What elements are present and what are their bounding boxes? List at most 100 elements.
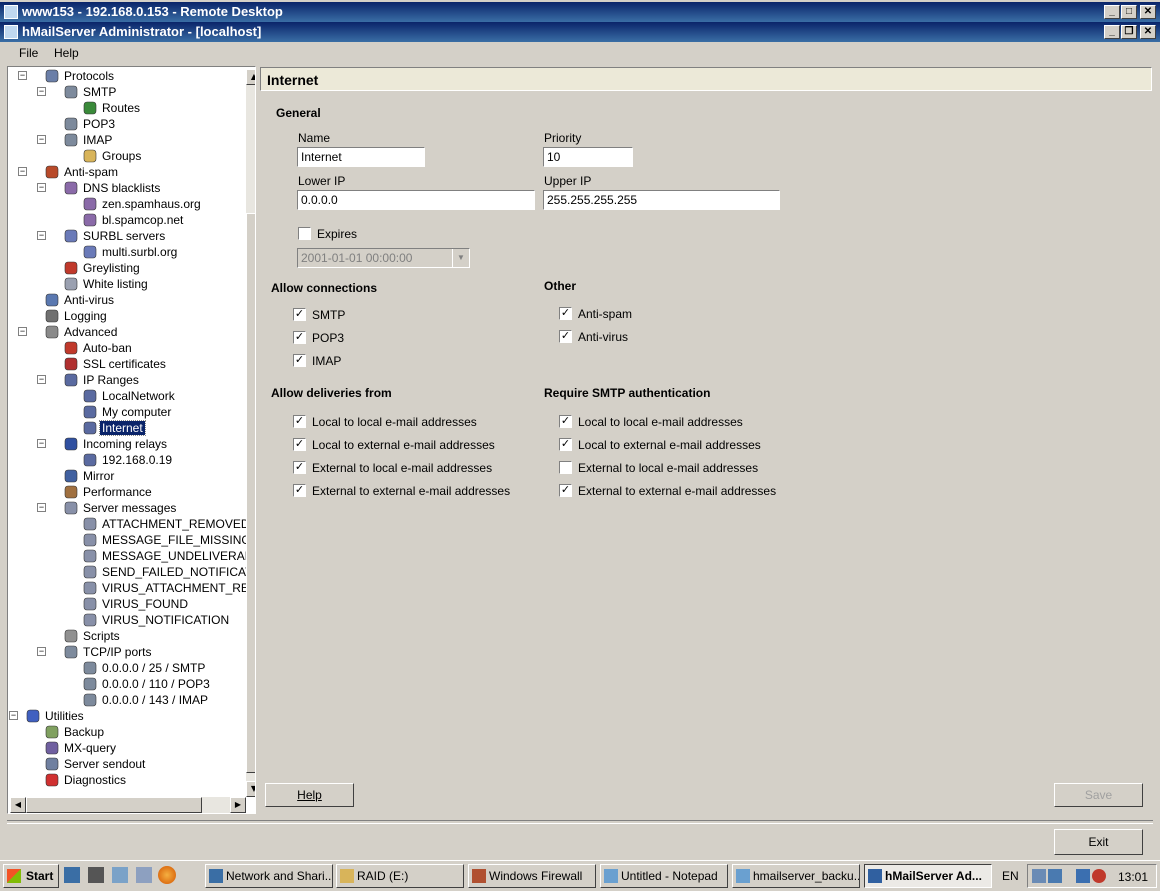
connection-checkbox[interactable]: ✓ <box>293 308 306 321</box>
tree-item[interactable]: ATTACHMENT_REMOVED <box>8 516 250 532</box>
tree-item[interactable]: Routes <box>8 100 246 116</box>
save-button[interactable]: Save <box>1054 783 1143 807</box>
tree-item[interactable]: 0.0.0.0 / 25 / SMTP <box>8 660 246 676</box>
tray-network-icon[interactable] <box>1032 869 1046 883</box>
other-checkbox[interactable]: ✓ <box>559 307 572 320</box>
tree-item[interactable]: LocalNetwork <box>8 388 246 404</box>
collapse-toggle-icon[interactable]: − <box>37 231 46 240</box>
app-restore-button[interactable]: ❐ <box>1121 25 1137 39</box>
tree-item[interactable]: − Utilities <box>8 708 246 724</box>
help-button[interactable]: Help <box>265 783 354 807</box>
collapse-toggle-icon[interactable]: − <box>37 503 46 512</box>
collapse-toggle-icon[interactable]: − <box>37 647 46 656</box>
tree-item[interactable]: − Anti-spam <box>8 164 246 180</box>
lower-ip-field[interactable]: 0.0.0.0 <box>297 190 535 210</box>
app-close-button[interactable]: ✕ <box>1140 25 1156 39</box>
collapse-toggle-icon[interactable]: − <box>37 87 46 96</box>
tree-item[interactable]: VIRUS_ATTACHMENT_REMOVED <box>8 580 255 596</box>
command-prompt-icon[interactable] <box>88 867 104 883</box>
tree-horizontal-scrollbar[interactable]: ◀ ▶ <box>10 797 246 813</box>
tree-item[interactable]: VIRUS_FOUND <box>8 596 246 612</box>
tree-item[interactable]: − TCP/IP ports <box>8 644 246 660</box>
tree-item[interactable]: MESSAGE_UNDELIVERABLE <box>8 548 255 564</box>
close-button[interactable]: ✕ <box>1140 5 1156 19</box>
rdp-title-bar[interactable]: www153 - 192.168.0.153 - Remote Desktop … <box>0 2 1160 22</box>
tree-item[interactable]: − Server messages <box>8 500 246 516</box>
tree-item[interactable]: Groups <box>8 148 246 164</box>
tree-item[interactable]: MX-query <box>8 740 246 756</box>
tree-item[interactable]: − SURBL servers <box>8 228 246 244</box>
tree-item[interactable]: VIRUS_NOTIFICATION <box>8 612 246 628</box>
app-title-bar[interactable]: hMailServer Administrator - [localhost] … <box>0 22 1160 42</box>
scroll-right-button[interactable]: ▶ <box>230 797 246 813</box>
taskbar-button[interactable]: Untitled - Notepad <box>600 864 728 888</box>
auth-checkbox[interactable] <box>559 461 572 474</box>
tree-item[interactable]: Internet <box>8 420 246 436</box>
taskbar-button[interactable]: hMailServer Ad... <box>864 864 992 888</box>
tray-volume-icon[interactable] <box>1092 869 1106 883</box>
collapse-toggle-icon[interactable]: − <box>18 71 27 80</box>
scroll-thumb[interactable] <box>246 213 255 773</box>
scroll-up-button[interactable]: ▲ <box>246 69 255 85</box>
tree-item[interactable]: − IMAP <box>8 132 246 148</box>
taskbar-button[interactable]: hmailserver_backu... <box>732 864 860 888</box>
collapse-toggle-icon[interactable]: − <box>18 327 27 336</box>
auth-checkbox[interactable]: ✓ <box>559 438 572 451</box>
minimize-button[interactable]: _ <box>1104 5 1120 19</box>
tree-item[interactable]: − Incoming relays <box>8 436 246 452</box>
menu-file[interactable]: File <box>19 46 38 60</box>
expires-date-picker[interactable]: 2001-01-01 00:00:00 ▼ <box>297 248 470 268</box>
hscroll-thumb[interactable] <box>26 797 202 813</box>
tree-item[interactable]: − Advanced <box>8 324 246 340</box>
show-desktop-icon[interactable] <box>64 867 80 883</box>
restore-button[interactable]: □ <box>1121 5 1137 19</box>
tray-connection-icon[interactable] <box>1076 869 1090 883</box>
collapse-toggle-icon[interactable]: − <box>9 711 18 720</box>
tree-item[interactable]: SEND_FAILED_NOTIFICATION <box>8 564 255 580</box>
other-checkbox[interactable]: ✓ <box>559 330 572 343</box>
tree-item[interactable]: 0.0.0.0 / 143 / IMAP <box>8 692 246 708</box>
tree-item[interactable]: POP3 <box>8 116 246 132</box>
scroll-left-button[interactable]: ◀ <box>10 797 26 813</box>
start-button[interactable]: Start <box>3 864 59 888</box>
tree-item[interactable]: MESSAGE_FILE_MISSING <box>8 532 251 548</box>
server-manager-icon[interactable] <box>112 867 128 883</box>
delivery-checkbox[interactable]: ✓ <box>293 415 306 428</box>
taskbar-button[interactable]: Network and Shari... <box>205 864 333 888</box>
chevron-down-icon[interactable]: ▼ <box>452 249 469 267</box>
taskbar-button[interactable]: Windows Firewall <box>468 864 596 888</box>
tree-item[interactable]: Diagnostics <box>8 772 246 788</box>
delivery-checkbox[interactable]: ✓ <box>293 438 306 451</box>
tree-item[interactable]: SSL certificates <box>8 356 246 372</box>
tree-item[interactable]: Scripts <box>8 628 246 644</box>
collapse-toggle-icon[interactable]: − <box>18 167 27 176</box>
tree-item[interactable]: − DNS blacklists <box>8 180 246 196</box>
collapse-toggle-icon[interactable]: − <box>37 439 46 448</box>
collapse-toggle-icon[interactable]: − <box>37 135 46 144</box>
language-indicator[interactable]: EN <box>1002 869 1019 883</box>
expires-checkbox[interactable] <box>298 227 311 240</box>
name-field[interactable]: Internet <box>297 147 425 167</box>
exit-button[interactable]: Exit <box>1054 829 1143 855</box>
upper-ip-field[interactable]: 255.255.255.255 <box>543 190 780 210</box>
tree-item[interactable]: bl.spamcop.net <box>8 212 246 228</box>
tree-item[interactable]: 0.0.0.0 / 110 / POP3 <box>8 676 246 692</box>
tree-item[interactable]: − Protocols <box>8 68 246 84</box>
tree-item[interactable]: Backup <box>8 724 246 740</box>
menu-help[interactable]: Help <box>54 46 79 60</box>
connection-checkbox[interactable]: ✓ <box>293 354 306 367</box>
tree-item[interactable]: My computer <box>8 404 246 420</box>
delivery-checkbox[interactable]: ✓ <box>293 484 306 497</box>
collapse-toggle-icon[interactable]: − <box>37 183 46 192</box>
auth-checkbox[interactable]: ✓ <box>559 415 572 428</box>
tree-item[interactable]: Auto-ban <box>8 340 246 356</box>
tree-item[interactable]: Anti-virus <box>8 292 246 308</box>
tree-item[interactable]: Mirror <box>8 468 246 484</box>
network-icon[interactable] <box>136 867 152 883</box>
tree-item[interactable]: White listing <box>8 276 246 292</box>
tree-vertical-scrollbar[interactable]: ▲ ▼ <box>246 69 255 797</box>
tree-item[interactable]: Greylisting <box>8 260 246 276</box>
delivery-checkbox[interactable]: ✓ <box>293 461 306 474</box>
tree-item[interactable]: 192.168.0.19 <box>8 452 246 468</box>
app-minimize-button[interactable]: _ <box>1104 25 1120 39</box>
